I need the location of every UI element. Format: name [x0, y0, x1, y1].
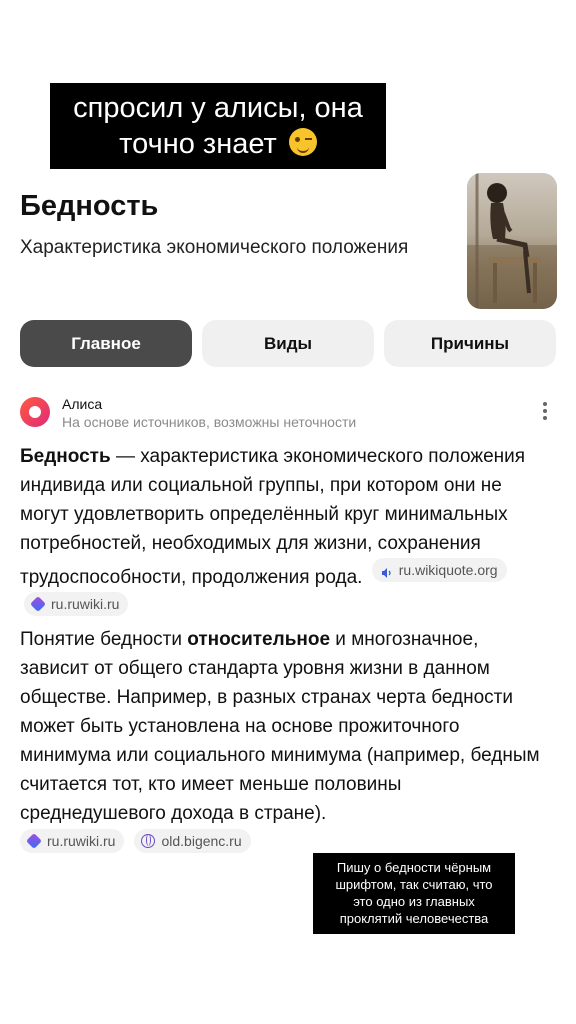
tab-types[interactable]: Виды: [202, 320, 374, 367]
source-chip-bigenc[interactable]: old.bigenc.ru: [134, 829, 251, 853]
source-chip-label: ru.ruwiki.ru: [47, 833, 116, 849]
entity-title: Бедность: [20, 190, 159, 222]
source-chip-ruwiki[interactable]: ru.ruwiki.ru: [24, 592, 129, 616]
overlay-note-line: это одно из главных: [353, 894, 475, 909]
tab-causes[interactable]: Причины: [384, 320, 556, 367]
paragraph-2-rest: и многозначное, зависит от общего станда…: [20, 629, 540, 824]
alice-name: Алиса: [62, 396, 103, 412]
story-caption-line-2: точно знает: [119, 128, 277, 160]
source-chip-label: ru.wikiquote.org: [398, 562, 498, 578]
overlay-note-line: проклятий человечества: [339, 911, 489, 926]
tabs-bar: Главное Виды Причины: [20, 320, 556, 367]
source-chip-wikiquote[interactable]: ru.wikiquote.org: [371, 558, 507, 582]
ruwiki-cube-icon: [30, 596, 46, 612]
boy-on-stool-photo: [467, 173, 557, 309]
paragraph-2-start: Понятие бедности: [20, 629, 188, 650]
winking-face-icon: [288, 128, 317, 156]
globe-icon: [141, 834, 156, 848]
source-chip-label: old.bigenc.ru: [161, 833, 242, 849]
entity-subtitle: Характеристика экономического положения: [20, 237, 409, 258]
more-vertical-icon[interactable]: [540, 402, 550, 424]
term-bold: Бедность: [20, 446, 111, 467]
alice-logo-icon: [20, 397, 50, 427]
alice-disclaimer: На основе источников, возможны неточност…: [62, 414, 357, 430]
entity-image[interactable]: [467, 173, 557, 309]
overlay-note-line: Пишу о бедности чёрным: [336, 860, 492, 875]
story-caption-line-1: спросил у алисы, она: [73, 92, 363, 124]
answer-paragraph-1: Бедность — характеристика экономического…: [20, 442, 550, 623]
story-caption: спросил у алисы, она точно знает: [50, 83, 386, 169]
story-caption-line-2-wrap: точно знает: [50, 126, 386, 162]
relative-bold: относительное: [187, 629, 331, 650]
story-overlay-note: Пишу о бедности чёрным шрифтом, так счит…: [313, 853, 515, 934]
paragraph-2-sources: ru.ruwiki.ru old.bigenc.ru: [20, 829, 261, 853]
sound-wave-icon: [379, 563, 393, 578]
overlay-note-line: шрифтом, так считаю, что: [335, 877, 493, 892]
tab-main[interactable]: Главное: [20, 320, 192, 367]
answer-paragraph-2: Понятие бедности относительное и многозн…: [20, 625, 550, 828]
ruwiki-cube-icon: [26, 833, 42, 849]
source-chip-label: ru.ruwiki.ru: [51, 596, 120, 612]
source-chip-ruwiki-2[interactable]: ru.ruwiki.ru: [20, 829, 125, 853]
